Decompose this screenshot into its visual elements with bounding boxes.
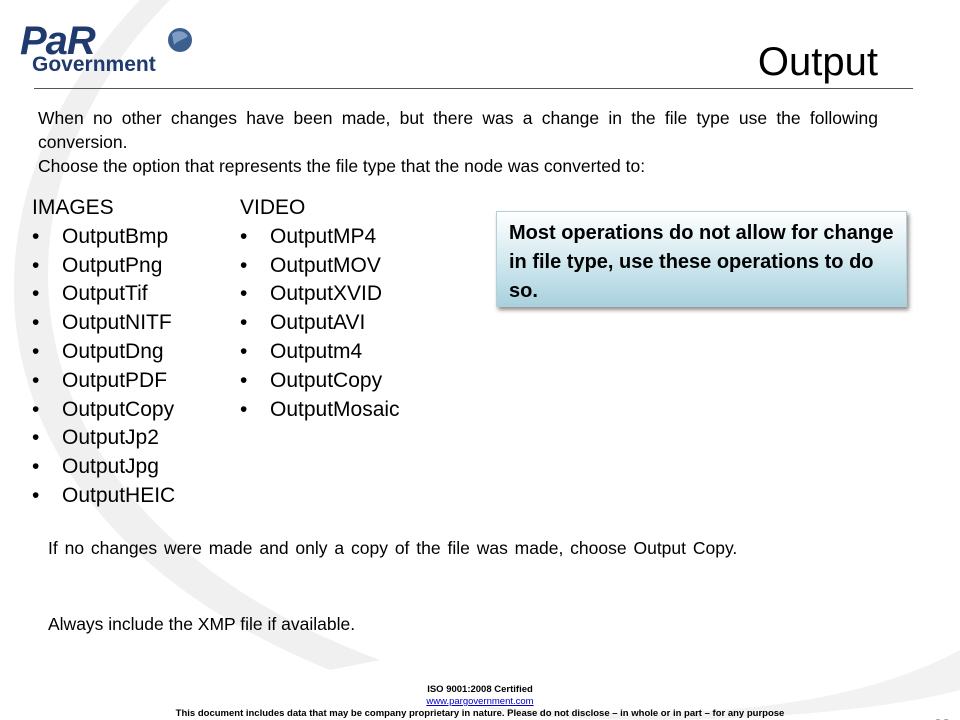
list-item: • OutputMP4: [240, 223, 400, 252]
par-government-logo: PaR Government: [20, 19, 192, 76]
list-item: • OutputCopy: [240, 367, 400, 396]
list-item: • OutputDng: [32, 338, 175, 367]
bullet-icon: •: [240, 224, 248, 248]
bullet-icon: •: [240, 282, 248, 306]
images-column: IMAGES • OutputBmp • OutputPng • OutputTif …: [32, 194, 175, 511]
list-item: • OutputPDF: [32, 367, 175, 396]
list-item: • OutputCopy: [32, 396, 175, 425]
bullet-icon: •: [32, 483, 40, 507]
slide: PaR Government Output When no other chan…: [0, 0, 960, 720]
bullet-icon: •: [32, 455, 40, 479]
list-item: • Outputm4: [240, 338, 400, 367]
page-number: 66: [933, 716, 950, 720]
bullet-icon: •: [32, 368, 40, 392]
intro-text: When no other changes have been made, bu…: [38, 106, 878, 178]
bullet-icon: •: [240, 311, 248, 335]
footer-iso: ISO 9001:2008 Certified: [427, 684, 533, 695]
video-list: • OutputMP4 • OutputMOV • OutputXVID • Outpu…: [240, 223, 400, 425]
callout-box: Most operations do not allow for change …: [496, 211, 907, 307]
list-item: • OutputMOV: [240, 252, 400, 281]
bullet-icon: •: [32, 253, 40, 277]
list-item: • OutputAVI: [240, 309, 400, 338]
bullet-icon: •: [32, 224, 40, 248]
bullet-icon: •: [32, 426, 40, 450]
bullet-icon: •: [32, 282, 40, 306]
list-item: • OutputJp2: [32, 424, 175, 453]
video-column: VIDEO • OutputMP4 • OutputMOV • OutputXVID …: [240, 194, 400, 424]
images-list: • OutputBmp • OutputPng • OutputTif • Output…: [32, 223, 175, 511]
bullet-icon: •: [240, 397, 248, 421]
images-heading: IMAGES: [32, 196, 114, 219]
slide-title: Output: [757, 40, 878, 84]
list-item: • OutputMosaic: [240, 396, 400, 425]
title-divider: [34, 88, 913, 89]
bullet-icon: •: [32, 339, 40, 363]
list-item: • OutputJpg: [32, 453, 175, 482]
xmp-note: Always include the XMP file if available…: [48, 614, 356, 634]
logo-subtitle: Government: [32, 53, 156, 76]
bullet-icon: •: [240, 339, 248, 363]
bullet-icon: •: [32, 397, 40, 421]
list-item: • OutputXVID: [240, 280, 400, 309]
footer-disclaimer: This document includes data that may be …: [175, 708, 785, 719]
intro-line-1: When no other changes have been made, bu…: [38, 108, 878, 152]
list-item: • OutputBmp: [32, 223, 175, 252]
bullet-icon: •: [240, 368, 248, 392]
intro-line-2: Choose the option that represents the fi…: [38, 156, 646, 176]
list-item: • OutputHEIC: [32, 482, 175, 511]
list-item: • OutputTif: [32, 280, 175, 309]
footer-link[interactable]: www.pargovernment.com: [426, 696, 533, 707]
list-item: • OutputNITF: [32, 309, 175, 338]
copy-note: If no changes were made and only a copy …: [48, 538, 738, 558]
footer-url-row: www.pargovernment.com: [0, 696, 960, 708]
video-heading: VIDEO: [240, 196, 306, 219]
bullet-icon: •: [240, 253, 248, 277]
bullet-icon: •: [32, 311, 40, 335]
list-item: • OutputPng: [32, 252, 175, 281]
